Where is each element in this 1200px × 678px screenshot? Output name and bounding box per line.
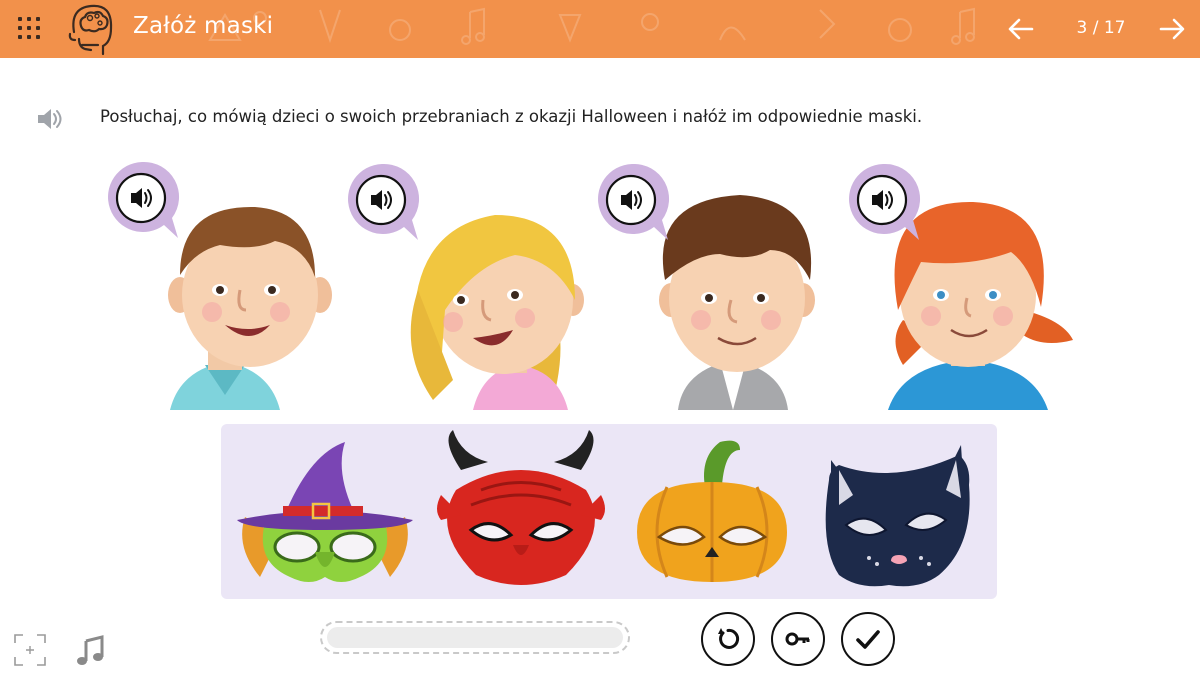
header-bar: Załóż maski 3 / 17 xyxy=(0,0,1200,58)
speaker-icon[interactable] xyxy=(34,104,64,134)
page-counter: 3 / 17 xyxy=(1076,18,1126,38)
pumpkin-mask[interactable] xyxy=(627,432,797,592)
instruction-text: Posłuchaj, co mówią dzieci o swoich prze… xyxy=(100,107,923,126)
key-icon xyxy=(785,632,810,646)
grid-menu-icon[interactable] xyxy=(18,17,42,41)
child-boy-1[interactable] xyxy=(100,160,350,415)
music-note-icon[interactable] xyxy=(76,635,106,667)
speaker-bubble-icon[interactable] xyxy=(844,162,922,242)
reset-icon xyxy=(718,628,740,649)
witch-mask[interactable] xyxy=(235,442,415,592)
cat-mask[interactable] xyxy=(821,440,971,590)
devil-mask[interactable] xyxy=(431,430,611,590)
mask-tray xyxy=(221,424,997,599)
speaker-bubble-icon[interactable] xyxy=(103,160,181,240)
show-answers-button[interactable] xyxy=(771,612,825,666)
answer-drop-slot[interactable] xyxy=(320,621,630,654)
answer-drop-slot-inner xyxy=(327,627,623,648)
brain-head-icon xyxy=(68,4,113,56)
check-icon xyxy=(856,630,880,649)
fullscreen-icon[interactable] xyxy=(13,633,47,667)
page-title: Załóż maski xyxy=(133,13,274,39)
speaker-bubble-icon[interactable] xyxy=(593,162,671,242)
reset-button[interactable] xyxy=(701,612,755,666)
child-girl-1[interactable] xyxy=(343,160,593,415)
child-girl-2[interactable] xyxy=(843,160,1093,415)
child-boy-2[interactable] xyxy=(593,160,843,415)
check-button[interactable] xyxy=(841,612,895,666)
arrow-left-icon[interactable] xyxy=(1006,14,1036,44)
arrow-right-icon[interactable] xyxy=(1157,14,1187,44)
speaker-bubble-icon[interactable] xyxy=(343,162,421,242)
